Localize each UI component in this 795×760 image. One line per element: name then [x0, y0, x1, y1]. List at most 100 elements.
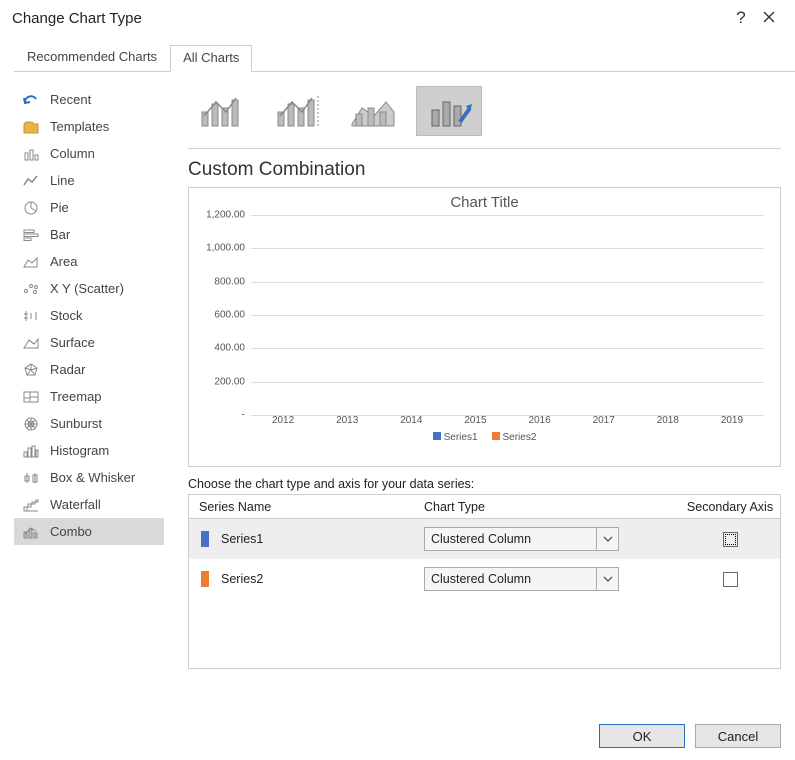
- sidebar-item-label: Column: [50, 146, 95, 161]
- chart-type-icon: [20, 144, 42, 164]
- series-config-grid: Series Name Chart Type Secondary Axis Se…: [188, 494, 781, 669]
- header-series-name: Series Name: [189, 500, 424, 514]
- titlebar: Change Chart Type ?: [0, 0, 795, 36]
- sidebar-item-label: Histogram: [50, 443, 109, 458]
- sidebar-item-label: Templates: [50, 119, 109, 134]
- chart-preview: Chart Title -200.00400.00600.00800.001,0…: [188, 187, 781, 467]
- sidebar-item-waterfall[interactable]: Waterfall: [14, 491, 164, 518]
- chart-type-icon: [20, 117, 42, 137]
- sidebar-item-bar[interactable]: Bar: [14, 221, 164, 248]
- sidebar-item-combo[interactable]: Combo: [14, 518, 164, 545]
- gridline: [251, 415, 764, 416]
- sidebar-item-surface[interactable]: Surface: [14, 329, 164, 356]
- chart-type-icon: [20, 279, 42, 299]
- chart-type-icon: [20, 414, 42, 434]
- chart-type-select[interactable]: Clustered Column: [424, 527, 619, 551]
- sidebar-item-x-y-scatter-[interactable]: X Y (Scatter): [14, 275, 164, 302]
- chart-type-icon: [20, 387, 42, 407]
- sidebar-item-line[interactable]: Line: [14, 167, 164, 194]
- dialog-title: Change Chart Type: [12, 10, 727, 27]
- sidebar-item-label: Line: [50, 173, 75, 188]
- combo-subtype-row: [188, 80, 781, 149]
- x-tick-label: 2018: [644, 415, 692, 426]
- tab-all-charts[interactable]: All Charts: [170, 45, 252, 72]
- secondary-axis-checkbox[interactable]: [723, 532, 738, 547]
- legend-series2: Series2: [492, 432, 537, 443]
- ok-button[interactable]: OK: [599, 724, 685, 748]
- chart-legend: Series1 Series2: [199, 432, 770, 443]
- chart-x-axis: 20122013201420152016201720182019: [251, 415, 764, 426]
- y-tick-label: 800.00: [195, 276, 245, 287]
- sidebar-item-stock[interactable]: Stock: [14, 302, 164, 329]
- chart-plot-area: -200.00400.00600.00800.001,000.001,200.0…: [251, 215, 764, 415]
- y-tick-label: 1,200.00: [195, 210, 245, 221]
- subtype-custom-combination[interactable]: [416, 86, 482, 136]
- close-button[interactable]: [755, 11, 783, 26]
- secondary-axis-checkbox[interactable]: [723, 572, 738, 587]
- chart-type-select[interactable]: Clustered Column: [424, 567, 619, 591]
- sidebar-item-box-whisker[interactable]: Box & Whisker: [14, 464, 164, 491]
- help-button[interactable]: ?: [727, 8, 755, 28]
- dialog-footer: OK Cancel: [0, 712, 795, 760]
- x-tick-label: 2019: [708, 415, 756, 426]
- sidebar-item-label: Area: [50, 254, 77, 269]
- grid-header: Series Name Chart Type Secondary Axis: [189, 495, 780, 519]
- x-tick-label: 2014: [387, 415, 435, 426]
- chart-type-icon: [20, 198, 42, 218]
- series-config-row: Series2Clustered Column: [189, 559, 780, 599]
- x-tick-label: 2013: [323, 415, 371, 426]
- chart-type-icon: [20, 360, 42, 380]
- x-tick-label: 2012: [259, 415, 307, 426]
- sidebar-item-sunburst[interactable]: Sunburst: [14, 410, 164, 437]
- series-config-row: Series1 Clustered Column: [189, 519, 780, 559]
- tab-bar: Recommended Charts All Charts: [14, 44, 795, 72]
- chart-type-icon: [20, 468, 42, 488]
- sidebar-item-pie[interactable]: Pie: [14, 194, 164, 221]
- y-tick-label: 1,000.00: [195, 243, 245, 254]
- sidebar-item-label: Pie: [50, 200, 69, 215]
- sidebar-item-label: Surface: [50, 335, 95, 350]
- y-tick-label: -: [195, 410, 245, 421]
- chart-type-icon: [20, 441, 42, 461]
- sidebar-item-treemap[interactable]: Treemap: [14, 383, 164, 410]
- section-title: Custom Combination: [188, 159, 781, 181]
- chart-type-icon: [20, 171, 42, 191]
- subtype-clustered-column-line-secondary[interactable]: [264, 86, 330, 136]
- cancel-button[interactable]: Cancel: [695, 724, 781, 748]
- y-tick-label: 400.00: [195, 343, 245, 354]
- chart-type-value: Clustered Column: [425, 572, 596, 586]
- sidebar-item-recent[interactable]: Recent: [14, 86, 164, 113]
- sidebar-item-label: Combo: [50, 524, 92, 539]
- sidebar-item-histogram[interactable]: Histogram: [14, 437, 164, 464]
- sidebar-item-area[interactable]: Area: [14, 248, 164, 275]
- y-tick-label: 600.00: [195, 310, 245, 321]
- series-name-label: Series1: [221, 532, 263, 546]
- sidebar-item-column[interactable]: Column: [14, 140, 164, 167]
- chart-category-sidebar: Recent Templates Column Line Pie Bar Area X Y (…: [14, 80, 164, 712]
- sidebar-item-label: X Y (Scatter): [50, 281, 124, 296]
- subtype-stacked-area-column[interactable]: [340, 86, 406, 136]
- sidebar-item-label: Waterfall: [50, 497, 101, 512]
- sidebar-item-label: Sunburst: [50, 416, 102, 431]
- instruction-label: Choose the chart type and axis for your …: [188, 477, 781, 491]
- tab-recommended-charts[interactable]: Recommended Charts: [14, 44, 170, 71]
- series-color-swatch: [201, 531, 209, 547]
- sidebar-item-label: Box & Whisker: [50, 470, 135, 485]
- y-tick-label: 200.00: [195, 376, 245, 387]
- chart-type-icon: [20, 225, 42, 245]
- chart-title: Chart Title: [199, 194, 770, 211]
- series-color-swatch: [201, 571, 209, 587]
- sidebar-item-radar[interactable]: Radar: [14, 356, 164, 383]
- sidebar-item-templates[interactable]: Templates: [14, 113, 164, 140]
- chart-type-value: Clustered Column: [425, 532, 596, 546]
- sidebar-item-label: Stock: [50, 308, 83, 323]
- sidebar-item-label: Radar: [50, 362, 85, 377]
- legend-series1: Series1: [433, 432, 478, 443]
- chart-type-icon: [20, 495, 42, 515]
- sidebar-item-label: Recent: [50, 92, 91, 107]
- x-tick-label: 2016: [516, 415, 564, 426]
- subtype-clustered-column-line[interactable]: [188, 86, 254, 136]
- bars-container: [251, 215, 764, 415]
- chart-type-icon: [20, 522, 42, 542]
- chart-type-icon: [20, 252, 42, 272]
